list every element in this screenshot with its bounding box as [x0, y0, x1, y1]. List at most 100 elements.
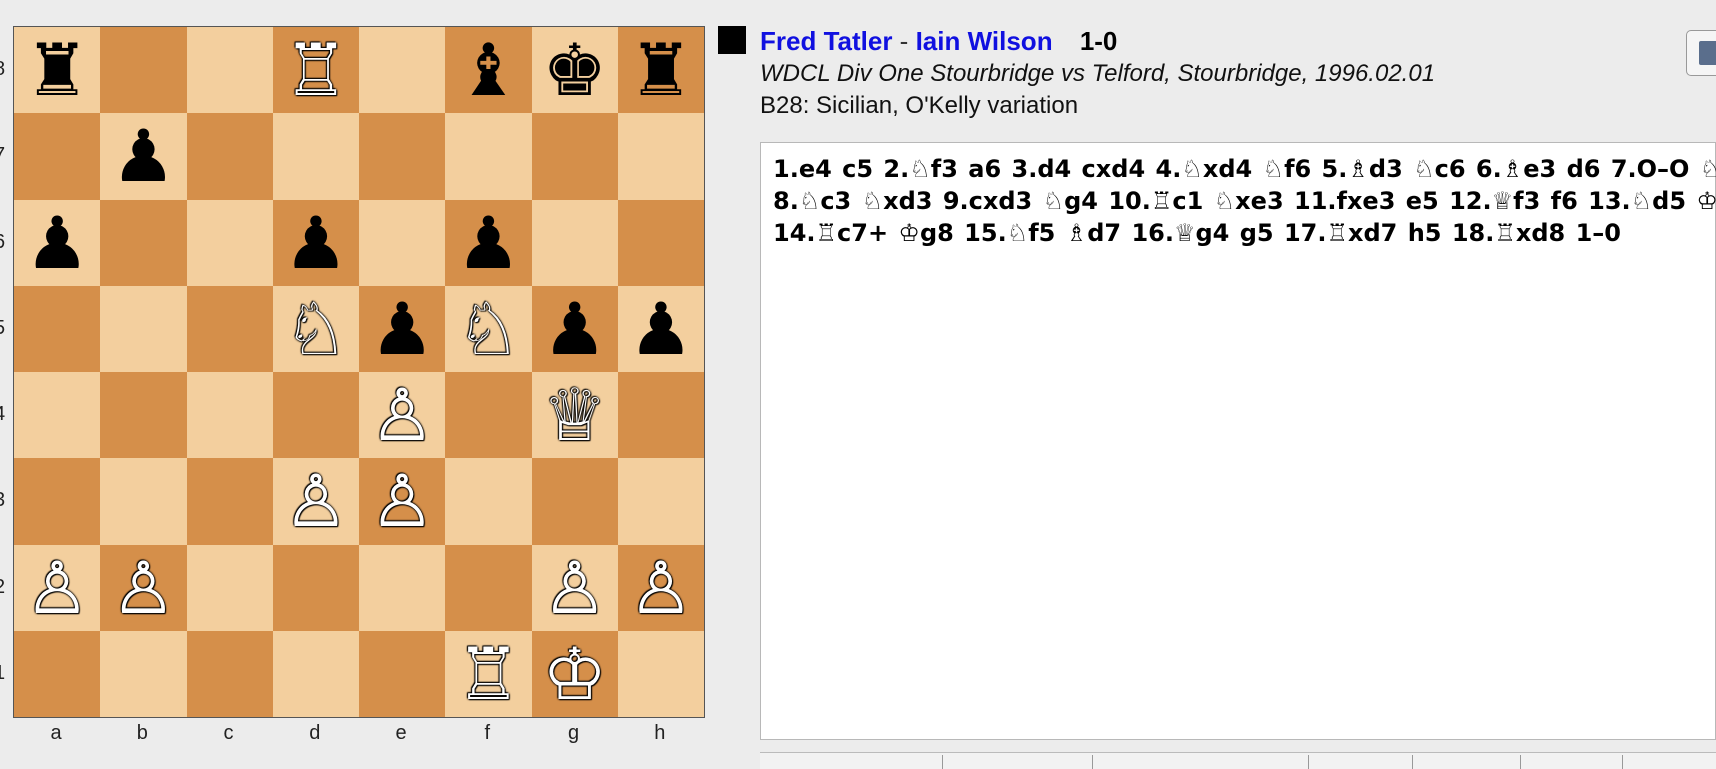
- square-d6[interactable]: ♟: [272, 199, 359, 286]
- square-e5[interactable]: ♟: [359, 285, 446, 372]
- rank-label-7: 7: [0, 144, 8, 167]
- tab-separator: [1308, 755, 1309, 769]
- black-pawn-icon[interactable]: ♟: [25, 207, 90, 279]
- square-g7[interactable]: [531, 113, 618, 200]
- square-g5[interactable]: ♟: [531, 285, 618, 372]
- square-d2[interactable]: [272, 544, 359, 631]
- white-rook-icon[interactable]: ♖: [456, 638, 521, 710]
- square-b6[interactable]: [100, 199, 187, 286]
- square-g8[interactable]: ♚: [531, 27, 618, 114]
- black-pawn-icon[interactable]: ♟: [284, 207, 349, 279]
- white-queen-icon[interactable]: ♕: [542, 379, 607, 451]
- square-c6[interactable]: [186, 199, 273, 286]
- square-e8[interactable]: [359, 27, 446, 114]
- square-f6[interactable]: ♟: [445, 199, 532, 286]
- square-c3[interactable]: [186, 458, 273, 545]
- square-f7[interactable]: [445, 113, 532, 200]
- square-f1[interactable]: ♖: [445, 630, 532, 717]
- square-h6[interactable]: [617, 199, 704, 286]
- square-g6[interactable]: [531, 199, 618, 286]
- square-b3[interactable]: [100, 458, 187, 545]
- square-d1[interactable]: [272, 630, 359, 717]
- square-e3[interactable]: ♙: [359, 458, 446, 545]
- square-h8[interactable]: ♜: [617, 27, 704, 114]
- white-pawn-icon[interactable]: ♙: [25, 552, 90, 624]
- square-g4[interactable]: ♕: [531, 372, 618, 459]
- square-h1[interactable]: [617, 630, 704, 717]
- square-f3[interactable]: [445, 458, 532, 545]
- white-pawn-icon[interactable]: ♙: [629, 552, 694, 624]
- square-g3[interactable]: [531, 458, 618, 545]
- square-f4[interactable]: [445, 372, 532, 459]
- square-c1[interactable]: [186, 630, 273, 717]
- white-pawn-icon[interactable]: ♙: [370, 379, 435, 451]
- square-a1[interactable]: [14, 630, 101, 717]
- square-b1[interactable]: [100, 630, 187, 717]
- black-pawn-icon[interactable]: ♟: [111, 120, 176, 192]
- square-c4[interactable]: [186, 372, 273, 459]
- square-c5[interactable]: [186, 285, 273, 372]
- square-f8[interactable]: ♝: [445, 27, 532, 114]
- square-b5[interactable]: [100, 285, 187, 372]
- square-g1[interactable]: ♔: [531, 630, 618, 717]
- square-h2[interactable]: ♙: [617, 544, 704, 631]
- square-e4[interactable]: ♙: [359, 372, 446, 459]
- square-h5[interactable]: ♟: [617, 285, 704, 372]
- square-a6[interactable]: ♟: [14, 199, 101, 286]
- bottom-tab-bar[interactable]: [760, 752, 1716, 769]
- white-king-icon[interactable]: ♔: [542, 638, 607, 710]
- black-king-icon[interactable]: ♚: [542, 34, 607, 106]
- black-rook-icon[interactable]: ♜: [25, 34, 90, 106]
- square-e6[interactable]: [359, 199, 446, 286]
- square-e7[interactable]: [359, 113, 446, 200]
- square-h4[interactable]: [617, 372, 704, 459]
- square-h3[interactable]: [617, 458, 704, 545]
- square-a5[interactable]: [14, 285, 101, 372]
- black-pawn-icon[interactable]: ♟: [629, 293, 694, 365]
- square-b4[interactable]: [100, 372, 187, 459]
- square-b2[interactable]: ♙: [100, 544, 187, 631]
- square-c8[interactable]: [186, 27, 273, 114]
- square-a7[interactable]: [14, 113, 101, 200]
- square-e2[interactable]: [359, 544, 446, 631]
- square-c7[interactable]: [186, 113, 273, 200]
- white-knight-icon[interactable]: ♘: [456, 293, 521, 365]
- square-a4[interactable]: [14, 372, 101, 459]
- square-f5[interactable]: ♘: [445, 285, 532, 372]
- square-d8[interactable]: ♖: [272, 27, 359, 114]
- square-a2[interactable]: ♙: [14, 544, 101, 631]
- white-pawn-icon[interactable]: ♙: [284, 465, 349, 537]
- save-button[interactable]: [1686, 30, 1716, 76]
- black-rook-icon[interactable]: ♜: [629, 34, 694, 106]
- move-list[interactable]: 1.e4 c5 2.♘f3 a6 3.d4 cxd4 4.♘xd4 ♘f6 5.…: [773, 153, 1716, 249]
- square-a3[interactable]: [14, 458, 101, 545]
- black-pawn-icon[interactable]: ♟: [542, 293, 607, 365]
- black-bishop-icon[interactable]: ♝: [456, 34, 521, 106]
- square-b7[interactable]: ♟: [100, 113, 187, 200]
- white-rook-icon[interactable]: ♖: [284, 34, 349, 106]
- white-knight-icon[interactable]: ♘: [284, 293, 349, 365]
- square-b8[interactable]: [100, 27, 187, 114]
- rank-label-8: 8: [0, 58, 8, 81]
- square-g2[interactable]: ♙: [531, 544, 618, 631]
- black-player-link[interactable]: Iain Wilson: [916, 26, 1053, 56]
- square-f2[interactable]: [445, 544, 532, 631]
- white-player-link[interactable]: Fred Tatler: [760, 26, 892, 56]
- chess-board[interactable]: ♜ ♖ ♝ ♚ ♜ ♟ ♟ ♟ ♟ ♘ ♟ ♘ ♟ ♟ ♙ ♕ ♙ ♙ ♙ ♙ ♙ ♙ ♖ ♔: [13, 26, 705, 718]
- square-e1[interactable]: [359, 630, 446, 717]
- white-pawn-icon[interactable]: ♙: [542, 552, 607, 624]
- square-h7[interactable]: [617, 113, 704, 200]
- square-d7[interactable]: [272, 113, 359, 200]
- rank-label-1: 1: [0, 662, 8, 685]
- white-pawn-icon[interactable]: ♙: [111, 552, 176, 624]
- moves-panel[interactable]: 1.e4 c5 2.♘f3 a6 3.d4 cxd4 4.♘xd4 ♘f6 5.…: [760, 142, 1716, 740]
- white-pawn-icon[interactable]: ♙: [370, 465, 435, 537]
- black-pawn-icon[interactable]: ♟: [456, 207, 521, 279]
- black-pawn-icon[interactable]: ♟: [370, 293, 435, 365]
- side-to-move-indicator: [718, 26, 746, 54]
- square-d3[interactable]: ♙: [272, 458, 359, 545]
- square-d4[interactable]: [272, 372, 359, 459]
- square-c2[interactable]: [186, 544, 273, 631]
- square-d5[interactable]: ♘: [272, 285, 359, 372]
- square-a8[interactable]: ♜: [14, 27, 101, 114]
